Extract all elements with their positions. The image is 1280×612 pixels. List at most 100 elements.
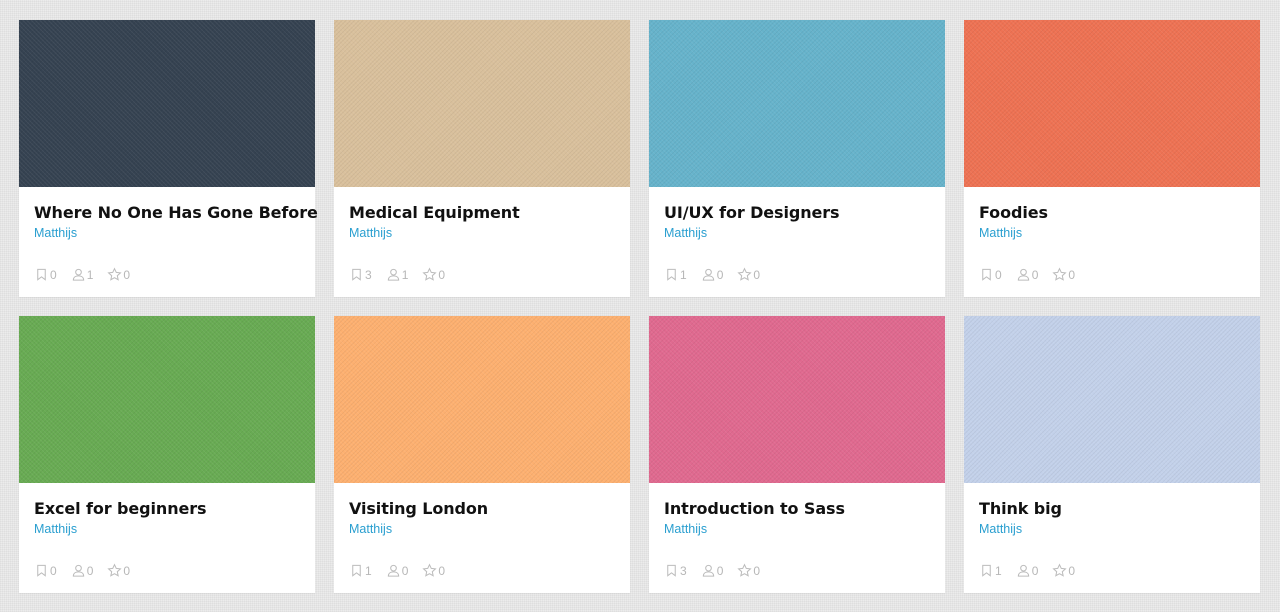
user-stat[interactable]: 0 xyxy=(1016,563,1039,578)
card-title[interactable]: Visiting London xyxy=(349,499,488,518)
user-icon xyxy=(72,268,84,281)
card-stats: 0 1 0 xyxy=(34,267,144,282)
bookmark-icon xyxy=(352,268,361,281)
bookmark-count: 0 xyxy=(50,267,57,282)
bookmark-icon xyxy=(982,564,991,577)
card-cover-image[interactable] xyxy=(964,20,1260,187)
course-card[interactable]: UI/UX for Designers Matthijs 1 0 0 xyxy=(649,20,945,297)
star-count: 0 xyxy=(1068,267,1076,282)
course-card[interactable]: Think big Matthijs 1 0 0 xyxy=(964,316,1260,593)
user-count: 1 xyxy=(86,267,94,282)
bookmark-count: 0 xyxy=(995,267,1002,282)
card-author-link[interactable]: Matthijs xyxy=(34,522,77,536)
star-stat[interactable]: 0 xyxy=(107,563,130,578)
card-title[interactable]: Medical Equipment xyxy=(349,203,520,222)
user-stat[interactable]: 0 xyxy=(1016,267,1038,282)
card-author-link[interactable]: Matthijs xyxy=(979,522,1022,536)
star-count: 0 xyxy=(123,267,131,282)
bookmark-stat[interactable]: 3 xyxy=(349,267,372,282)
user-icon xyxy=(387,268,399,281)
bookmark-stat[interactable]: 1 xyxy=(979,563,1002,578)
card-cover-image[interactable] xyxy=(19,20,315,187)
card-author-link[interactable]: Matthijs xyxy=(664,522,707,536)
user-stat[interactable]: 1 xyxy=(386,267,409,282)
user-icon xyxy=(702,268,714,281)
user-icon xyxy=(1017,268,1029,281)
star-icon xyxy=(422,267,437,281)
course-card[interactable]: Introduction to Sass Matthijs 3 0 0 xyxy=(649,316,945,593)
user-count: 0 xyxy=(716,267,724,282)
user-count: 0 xyxy=(716,563,724,578)
user-stat[interactable]: 0 xyxy=(386,563,408,578)
card-cover-image[interactable] xyxy=(964,316,1260,483)
star-stat[interactable]: 0 xyxy=(1052,563,1075,578)
bookmark-icon xyxy=(352,564,361,577)
star-icon xyxy=(107,563,122,577)
user-stat[interactable]: 1 xyxy=(71,267,94,282)
star-count: 0 xyxy=(438,267,446,282)
card-grid: Where No One Has Gone Before Matthijs 0 … xyxy=(19,20,1260,593)
bookmark-count: 1 xyxy=(995,563,1002,578)
course-card[interactable]: Excel for beginners Matthijs 0 0 0 xyxy=(19,316,315,593)
course-card[interactable]: Where No One Has Gone Before Matthijs 0 … xyxy=(19,20,318,297)
card-author-link[interactable]: Matthijs xyxy=(664,226,707,240)
bookmark-stat[interactable]: 1 xyxy=(664,267,687,282)
bookmark-stat[interactable]: 0 xyxy=(979,267,1002,282)
card-stats: 3 1 0 xyxy=(349,267,459,282)
card-cover-image[interactable] xyxy=(649,316,945,483)
course-card[interactable]: Medical Equipment Matthijs 3 1 0 xyxy=(334,20,630,297)
card-stats: 0 0 0 xyxy=(979,267,1089,282)
card-title[interactable]: UI/UX for Designers xyxy=(664,203,840,222)
bookmark-count: 3 xyxy=(365,267,372,282)
card-stats: 0 0 0 xyxy=(34,563,144,578)
user-stat[interactable]: 0 xyxy=(71,563,94,578)
user-stat[interactable]: 0 xyxy=(701,563,724,578)
course-card[interactable]: Foodies Matthijs 0 0 0 xyxy=(964,20,1260,297)
star-icon xyxy=(737,267,752,281)
card-author-link[interactable]: Matthijs xyxy=(349,226,392,240)
star-stat[interactable]: 0 xyxy=(1052,267,1075,282)
user-count: 1 xyxy=(401,267,409,282)
bookmark-count: 0 xyxy=(50,563,57,578)
user-icon xyxy=(1017,564,1029,577)
card-cover-image[interactable] xyxy=(649,20,945,187)
star-stat[interactable]: 0 xyxy=(737,563,760,578)
card-cover-image[interactable] xyxy=(19,316,315,483)
card-author-link[interactable]: Matthijs xyxy=(979,226,1022,240)
star-icon xyxy=(422,563,437,577)
star-icon xyxy=(737,563,752,577)
star-stat[interactable]: 0 xyxy=(737,267,760,282)
star-icon xyxy=(107,267,122,281)
star-stat[interactable]: 0 xyxy=(422,267,445,282)
card-cover-image[interactable] xyxy=(334,20,630,187)
card-title[interactable]: Introduction to Sass xyxy=(664,499,845,518)
bookmark-icon xyxy=(982,268,991,281)
card-title[interactable]: Where No One Has Gone Before xyxy=(34,203,318,222)
card-title[interactable]: Foodies xyxy=(979,203,1048,222)
card-stats: 1 0 0 xyxy=(664,267,774,282)
card-stats: 3 0 0 xyxy=(664,563,774,578)
course-card[interactable]: Visiting London Matthijs 1 0 0 xyxy=(334,316,630,593)
bookmark-icon xyxy=(37,268,46,281)
card-cover-image[interactable] xyxy=(334,316,630,483)
star-stat[interactable]: 0 xyxy=(107,267,130,282)
star-stat[interactable]: 0 xyxy=(422,563,445,578)
bookmark-count: 1 xyxy=(365,563,372,578)
card-author-link[interactable]: Matthijs xyxy=(34,226,77,240)
bookmark-stat[interactable]: 1 xyxy=(349,563,372,578)
card-author-link[interactable]: Matthijs xyxy=(349,522,392,536)
user-count: 0 xyxy=(86,563,94,578)
star-count: 0 xyxy=(753,563,761,578)
user-icon xyxy=(702,564,714,577)
bookmark-stat[interactable]: 0 xyxy=(34,267,57,282)
star-icon xyxy=(1052,267,1067,281)
card-title[interactable]: Think big xyxy=(979,499,1062,518)
star-count: 0 xyxy=(1068,563,1076,578)
user-count: 0 xyxy=(1031,563,1039,578)
bookmark-stat[interactable]: 0 xyxy=(34,563,57,578)
star-count: 0 xyxy=(123,563,131,578)
user-stat[interactable]: 0 xyxy=(701,267,724,282)
card-title[interactable]: Excel for beginners xyxy=(34,499,207,518)
bookmark-stat[interactable]: 3 xyxy=(664,563,687,578)
card-stats: 1 0 0 xyxy=(349,563,459,578)
